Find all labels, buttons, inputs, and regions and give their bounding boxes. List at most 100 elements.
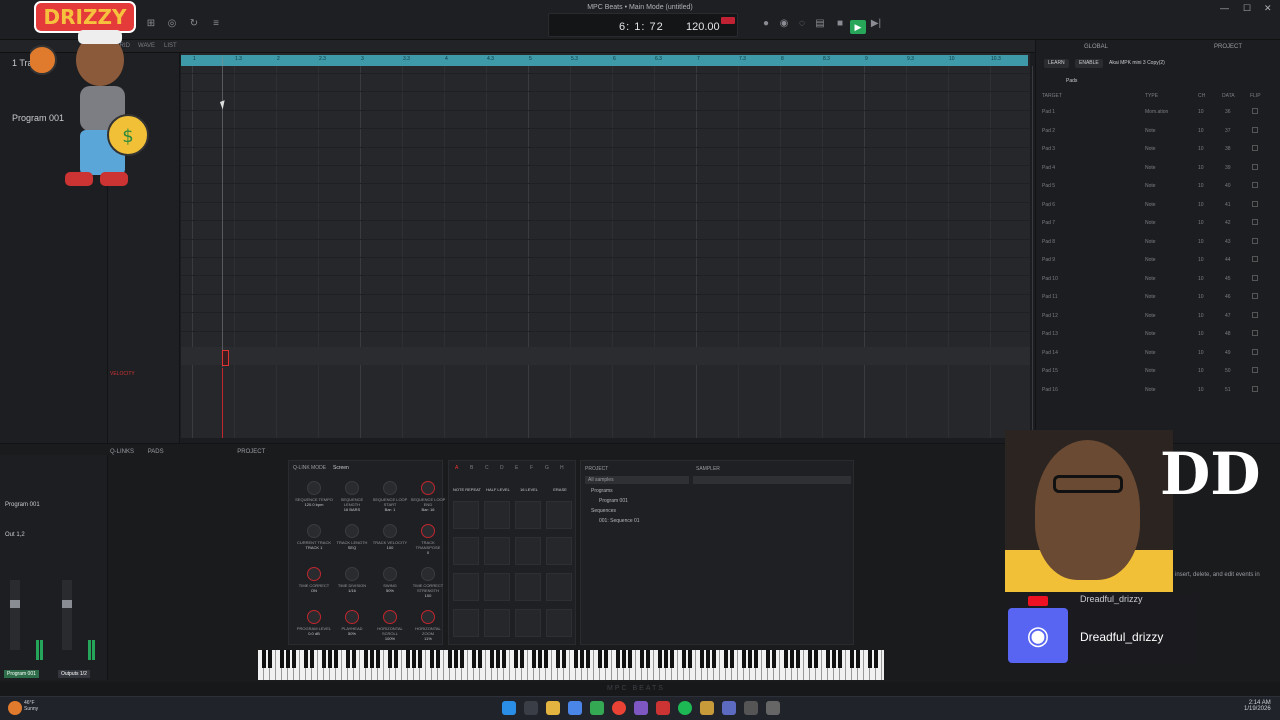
pad-mode-button[interactable]: NOTE REPEAT: [453, 487, 481, 492]
app2-icon[interactable]: [744, 701, 758, 715]
maximize-icon[interactable]: ☐: [1243, 3, 1251, 14]
row-ch[interactable]: 10: [1198, 146, 1204, 152]
mapping-row[interactable]: Pad 2 Note 10 37: [1040, 126, 1275, 138]
minimize-icon[interactable]: —: [1220, 3, 1229, 13]
row-data[interactable]: 50: [1225, 368, 1231, 374]
black-key[interactable]: [262, 650, 266, 668]
learn-button[interactable]: LEARN: [1044, 59, 1069, 68]
flip-checkbox[interactable]: [1252, 219, 1258, 225]
pad-bank-button[interactable]: B: [470, 465, 473, 471]
qlink-knob[interactable]: [383, 481, 397, 495]
file-explorer-icon[interactable]: [546, 701, 560, 715]
programs-folder[interactable]: Programs: [591, 488, 613, 494]
row-ch[interactable]: 10: [1198, 368, 1204, 374]
black-key[interactable]: [490, 650, 494, 668]
mapping-row[interactable]: Pad 10 Note 10 45: [1040, 274, 1275, 286]
flip-checkbox[interactable]: [1252, 311, 1258, 318]
black-key[interactable]: [364, 650, 368, 668]
drum-pad[interactable]: [546, 537, 572, 565]
black-key[interactable]: [796, 650, 800, 668]
pad-bank-button[interactable]: F: [530, 465, 533, 471]
close-icon[interactable]: ✕: [1264, 3, 1272, 14]
loop-icon[interactable]: ↻: [188, 18, 200, 30]
flip-checkbox[interactable]: [1252, 200, 1258, 207]
qlink-mode-select[interactable]: Screen: [333, 465, 349, 471]
mpc-beats-icon[interactable]: [656, 701, 670, 715]
black-key[interactable]: [874, 650, 878, 668]
flip-checkbox[interactable]: [1252, 385, 1258, 392]
row-data[interactable]: 39: [1225, 165, 1231, 171]
mapping-row[interactable]: Pad 4 Note 10 39: [1040, 163, 1275, 175]
browser-icon[interactable]: [590, 701, 604, 715]
black-key[interactable]: [502, 650, 506, 668]
black-key[interactable]: [346, 650, 350, 668]
drum-pad[interactable]: [453, 537, 479, 565]
row-type[interactable]: Note: [1145, 313, 1156, 319]
black-key[interactable]: [292, 650, 296, 668]
black-key[interactable]: [622, 650, 626, 668]
tab-pads[interactable]: PADS: [148, 449, 164, 455]
velocity-lane[interactable]: [181, 347, 1030, 365]
black-key[interactable]: [436, 650, 440, 668]
row-type[interactable]: Mom.ation: [1145, 109, 1168, 115]
drum-pad[interactable]: [515, 573, 541, 601]
velocity-label[interactable]: VELOCITY: [110, 371, 135, 377]
master-fader[interactable]: [62, 580, 72, 650]
sequence-item[interactable]: 001: Sequence 01: [599, 518, 640, 524]
black-key[interactable]: [838, 650, 842, 668]
qlink-knob[interactable]: [383, 524, 397, 538]
spotify-icon[interactable]: [678, 701, 692, 715]
enable-button[interactable]: ENABLE: [1075, 59, 1103, 68]
black-key[interactable]: [406, 650, 410, 668]
record-icon[interactable]: ●: [760, 18, 772, 30]
qlink-knob[interactable]: [421, 481, 435, 495]
black-key[interactable]: [586, 650, 590, 668]
qlink-knob[interactable]: [345, 567, 359, 581]
sequences-folder[interactable]: Sequences: [591, 508, 616, 514]
mapping-row[interactable]: Pad 14 Note 10 49: [1040, 348, 1275, 360]
flip-checkbox[interactable]: [1252, 330, 1258, 336]
mapping-row[interactable]: Pad 16 Note 10 51: [1040, 385, 1275, 397]
tab-project[interactable]: PROJECT: [1214, 44, 1242, 50]
black-key[interactable]: [856, 650, 860, 668]
row-type[interactable]: Note: [1145, 146, 1156, 152]
pad-mode-button[interactable]: ERASE: [546, 487, 574, 492]
pad-bank-button[interactable]: G: [545, 465, 549, 471]
qlink-knob[interactable]: [383, 567, 397, 581]
row-ch[interactable]: 10: [1198, 276, 1204, 282]
row-type[interactable]: Note: [1145, 165, 1156, 171]
app-icon[interactable]: [634, 701, 648, 715]
store-icon[interactable]: [568, 701, 582, 715]
pad-bank-button[interactable]: D: [500, 465, 504, 471]
tempo-readout[interactable]: 120.00: [686, 21, 720, 33]
row-data[interactable]: 44: [1225, 257, 1231, 263]
drum-pad[interactable]: [515, 609, 541, 637]
flip-checkbox[interactable]: [1252, 182, 1258, 188]
tap-tempo-button[interactable]: [721, 17, 735, 24]
drum-pad[interactable]: [453, 501, 479, 529]
row-type[interactable]: Note: [1145, 350, 1156, 356]
flip-checkbox[interactable]: [1252, 293, 1258, 299]
strip-program-tag[interactable]: Program 001: [4, 670, 39, 678]
row-type[interactable]: Note: [1145, 128, 1156, 134]
qlink-knob[interactable]: [421, 610, 435, 624]
mapping-row[interactable]: Pad 12 Note 10 47: [1040, 311, 1275, 323]
black-key[interactable]: [286, 650, 290, 668]
tab-project-browser[interactable]: PROJECT: [237, 449, 265, 455]
drum-pad[interactable]: [453, 573, 479, 601]
black-key[interactable]: [388, 650, 392, 668]
qlink-knob[interactable]: [421, 567, 435, 581]
black-key[interactable]: [496, 650, 500, 668]
row-data[interactable]: 36: [1225, 109, 1231, 115]
row-ch[interactable]: 10: [1198, 331, 1204, 337]
row-ch[interactable]: 10: [1198, 220, 1204, 226]
flip-checkbox[interactable]: [1252, 367, 1258, 373]
black-key[interactable]: [712, 650, 716, 668]
drum-pad[interactable]: [453, 609, 479, 637]
black-key[interactable]: [664, 650, 668, 668]
drum-pad[interactable]: [484, 609, 510, 637]
black-key[interactable]: [556, 650, 560, 668]
black-key[interactable]: [520, 650, 524, 668]
black-key[interactable]: [562, 650, 566, 668]
black-key[interactable]: [418, 650, 422, 668]
